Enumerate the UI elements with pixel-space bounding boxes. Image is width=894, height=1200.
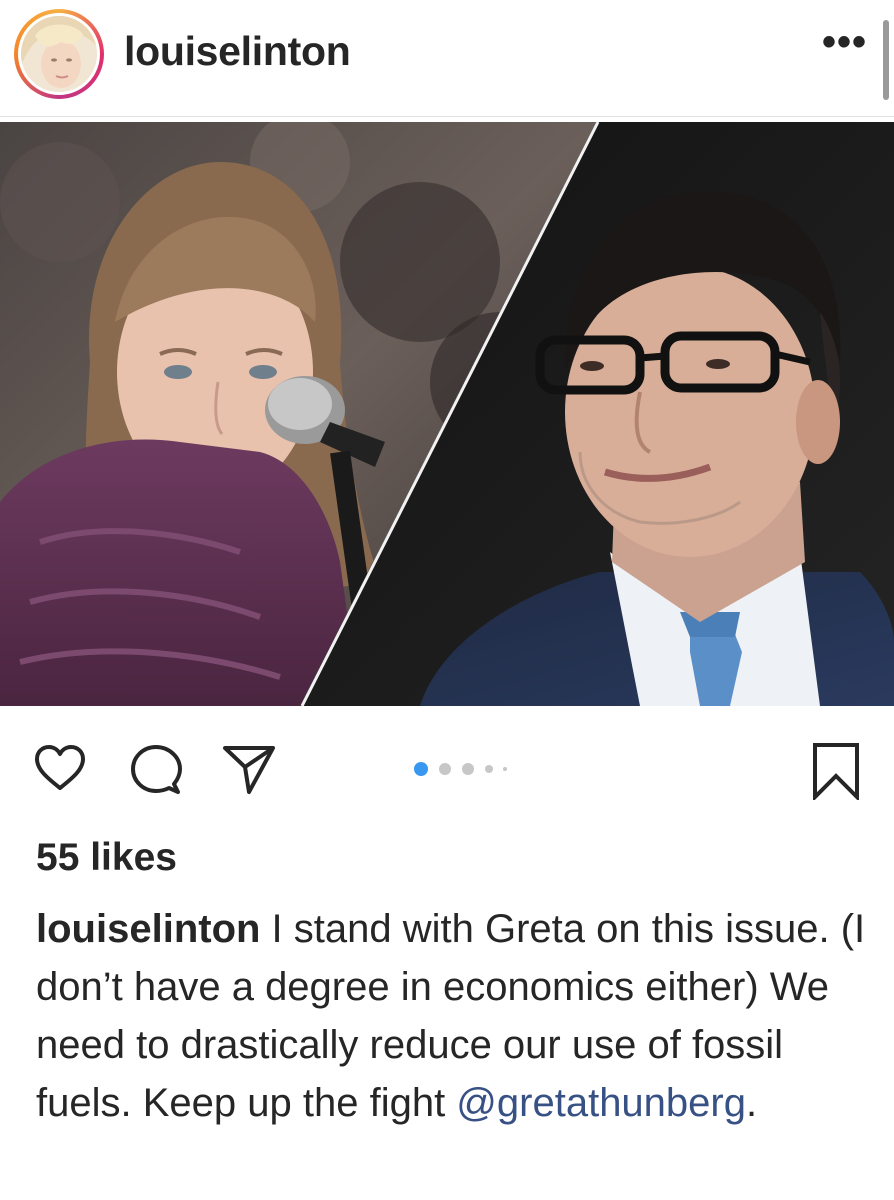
comment-icon[interactable] <box>130 744 182 801</box>
carousel-dot[interactable] <box>503 767 507 771</box>
more-options-icon[interactable]: ••• <box>822 20 867 65</box>
heart-icon[interactable] <box>34 744 86 797</box>
header-divider <box>0 116 894 117</box>
post-caption: louiselinton I stand with Greta on this … <box>36 900 876 1132</box>
post-image[interactable] <box>0 122 894 706</box>
story-ring[interactable] <box>14 9 104 99</box>
post-username[interactable]: louiselinton <box>124 28 351 75</box>
carousel-dot[interactable] <box>462 763 474 775</box>
carousel-dot-active[interactable] <box>414 762 428 776</box>
caption-end: . <box>745 1081 758 1125</box>
scrollbar[interactable] <box>883 20 889 100</box>
likes-count[interactable]: 55 likes <box>36 836 177 880</box>
send-icon[interactable] <box>222 744 276 801</box>
post-header: louiselinton ••• <box>0 0 894 116</box>
caption-username[interactable]: louiselinton <box>36 907 260 951</box>
avatar[interactable] <box>18 13 100 95</box>
carousel-dot[interactable] <box>485 765 493 773</box>
caption-mention-link[interactable]: @gretathunberg <box>456 1081 746 1125</box>
bookmark-icon[interactable] <box>810 742 862 805</box>
carousel-dot[interactable] <box>439 763 451 775</box>
post-actions <box>0 740 894 810</box>
